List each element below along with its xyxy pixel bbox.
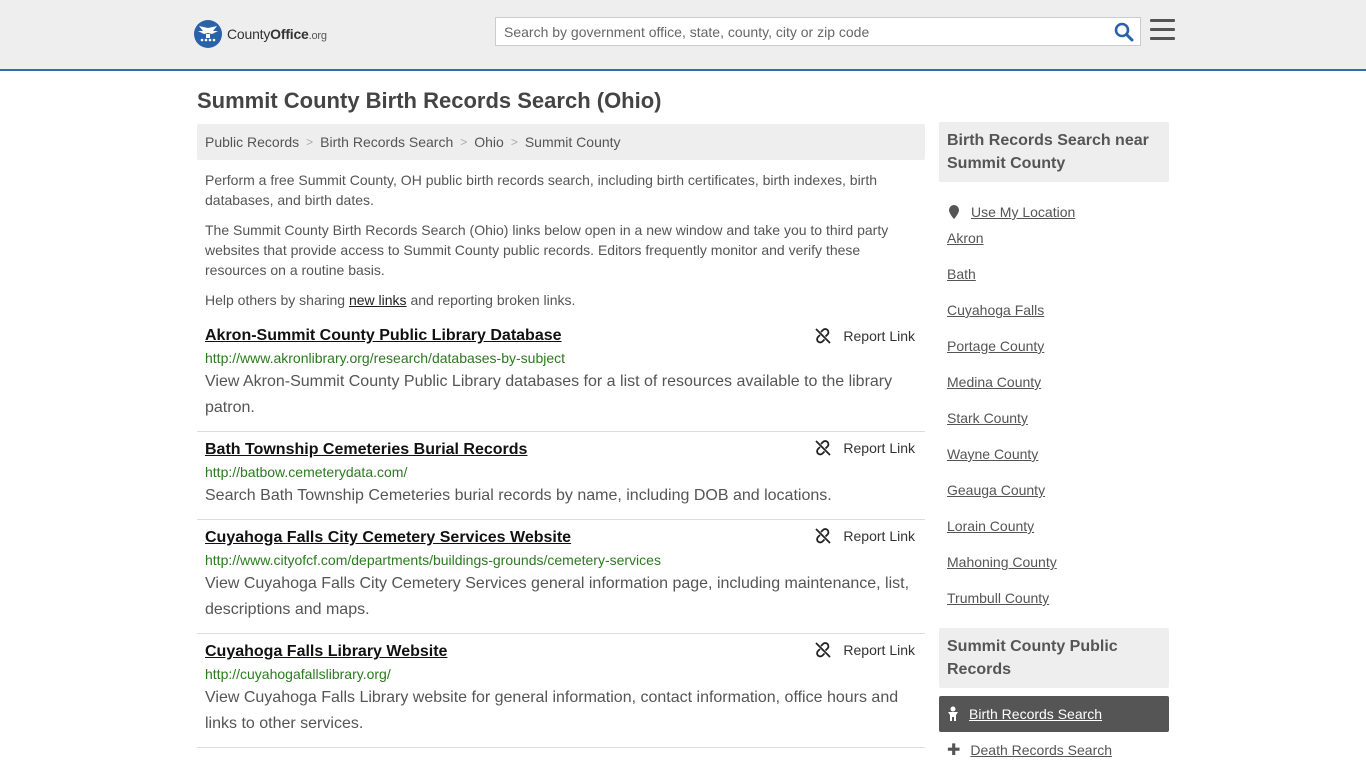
- sidebar: Birth Records Search near Summit County …: [939, 122, 1169, 768]
- intro-paragraph-3: Help others by sharing new links and rep…: [205, 292, 576, 308]
- nearby-link-wayne-county[interactable]: Wayne County: [947, 446, 1038, 462]
- breadcrumb: Public Records > Birth Records Search > …: [197, 124, 925, 160]
- nearby-link-lorain-county[interactable]: Lorain County: [947, 518, 1034, 534]
- record-url: http://cuyahogafallslibrary.org/: [205, 666, 391, 682]
- breadcrumb-public-records[interactable]: Public Records: [205, 134, 299, 150]
- use-location-item: Use My Location: [947, 194, 1161, 230]
- record-url: http://www.akronlibrary.org/research/dat…: [205, 350, 566, 366]
- report-link-button[interactable]: Report Link: [815, 528, 915, 544]
- nearby-link-akron[interactable]: Akron: [947, 230, 984, 246]
- breadcrumb-separator: >: [306, 135, 314, 149]
- record-description: View Akron-Summit County Public Library …: [205, 373, 893, 416]
- map-pin-icon: [949, 205, 959, 219]
- nearby-item: Bath: [947, 266, 1161, 302]
- nearby-item: Wayne County: [947, 446, 1161, 482]
- report-link-label: Report Link: [843, 328, 915, 344]
- record-item: Bath Township Cemeteries Burial Records …: [197, 432, 925, 520]
- site-logo[interactable]: CountyOffice.org: [194, 20, 327, 48]
- logo-text: CountyOffice.org: [227, 26, 327, 42]
- nearby-link-trumbull-county[interactable]: Trumbull County: [947, 590, 1049, 606]
- logo-eagle-icon: [194, 20, 222, 48]
- record-title-link[interactable]: Bath Township Cemeteries Burial Records: [205, 440, 527, 460]
- record-description: View Cuyahoga Falls Library website for …: [205, 689, 899, 732]
- nearby-item: Akron: [947, 230, 1161, 266]
- intro-paragraph-1: Perform a free Summit County, OH public …: [205, 172, 878, 208]
- search-input[interactable]: [496, 18, 1096, 45]
- breadcrumb-separator: >: [460, 135, 468, 149]
- broken-link-icon: [815, 440, 832, 456]
- nearby-link-stark-county[interactable]: Stark County: [947, 410, 1028, 426]
- breadcrumb-birth-records-search[interactable]: Birth Records Search: [320, 134, 453, 150]
- report-link-label: Report Link: [843, 440, 915, 456]
- breadcrumb-summit-county[interactable]: Summit County: [525, 134, 621, 150]
- nearby-link-mahoning-county[interactable]: Mahoning County: [947, 554, 1057, 570]
- record-description: View Cuyahoga Falls City Cemetery Servic…: [205, 575, 910, 618]
- nearby-link-geauga-county[interactable]: Geauga County: [947, 482, 1045, 498]
- breadcrumb-ohio[interactable]: Ohio: [474, 134, 504, 150]
- birth-records-search-link[interactable]: Birth Records Search: [969, 706, 1102, 722]
- hamburger-menu-icon[interactable]: [1150, 19, 1175, 41]
- baby-icon: [948, 706, 958, 721]
- public-records-heading: Summit County Public Records: [939, 628, 1169, 688]
- record-url: http://www.cityofcf.com/departments/buil…: [205, 552, 661, 568]
- broken-link-icon: [815, 642, 832, 658]
- sidebar-item-death-records[interactable]: ✚ Death Records Search: [939, 732, 1169, 768]
- broken-link-icon: [815, 328, 832, 344]
- nearby-item: Geauga County: [947, 482, 1161, 518]
- nearby-heading: Birth Records Search near Summit County: [939, 122, 1169, 182]
- record-item: Cuyahoga Falls City Cemetery Services We…: [197, 520, 925, 634]
- intro-text: Perform a free Summit County, OH public …: [197, 160, 925, 310]
- search-icon[interactable]: [1114, 22, 1134, 42]
- nearby-link-cuyahoga-falls[interactable]: Cuyahoga Falls: [947, 302, 1044, 318]
- report-link-label: Report Link: [843, 642, 915, 658]
- record-title-link[interactable]: Akron-Summit County Public Library Datab…: [205, 326, 562, 346]
- page-title: Summit County Birth Records Search (Ohio…: [197, 88, 662, 113]
- nearby-link-medina-county[interactable]: Medina County: [947, 374, 1041, 390]
- nearby-item: Trumbull County: [947, 590, 1161, 626]
- report-link-label: Report Link: [843, 528, 915, 544]
- record-title-link[interactable]: Cuyahoga Falls City Cemetery Services We…: [205, 528, 571, 548]
- nearby-list: Use My Location Akron Bath Cuyahoga Fall…: [939, 182, 1169, 626]
- record-description: Search Bath Township Cemeteries burial r…: [205, 487, 832, 504]
- search-box: [495, 17, 1141, 46]
- nearby-item: Lorain County: [947, 518, 1161, 554]
- nearby-item: Mahoning County: [947, 554, 1161, 590]
- broken-link-icon: [815, 528, 832, 544]
- intro-paragraph-2: The Summit County Birth Records Search (…: [205, 222, 889, 278]
- site-header: CountyOffice.org: [0, 0, 1366, 71]
- cross-icon: ✚: [947, 742, 961, 759]
- record-url: http://batbow.cemeterydata.com/: [205, 464, 408, 480]
- nearby-link-bath[interactable]: Bath: [947, 266, 976, 282]
- use-my-location-link[interactable]: Use My Location: [971, 204, 1075, 220]
- new-links-link[interactable]: new links: [349, 292, 407, 308]
- report-link-button[interactable]: Report Link: [815, 642, 915, 658]
- report-link-button[interactable]: Report Link: [815, 328, 915, 344]
- record-item: Akron-Summit County Public Library Datab…: [197, 320, 925, 432]
- record-item: Cuyahoga Falls Library Website Report Li…: [197, 634, 925, 748]
- death-records-search-link[interactable]: Death Records Search: [970, 742, 1112, 758]
- nearby-item: Medina County: [947, 374, 1161, 410]
- report-link-button[interactable]: Report Link: [815, 440, 915, 456]
- main-content: Public Records > Birth Records Search > …: [197, 124, 925, 748]
- nearby-item: Stark County: [947, 410, 1161, 446]
- sidebar-item-birth-records[interactable]: Birth Records Search: [939, 696, 1169, 732]
- nearby-item: Portage County: [947, 338, 1161, 374]
- record-title-link[interactable]: Cuyahoga Falls Library Website: [205, 642, 447, 662]
- nearby-link-portage-county[interactable]: Portage County: [947, 338, 1044, 354]
- breadcrumb-separator: >: [510, 135, 518, 149]
- nearby-item: Cuyahoga Falls: [947, 302, 1161, 338]
